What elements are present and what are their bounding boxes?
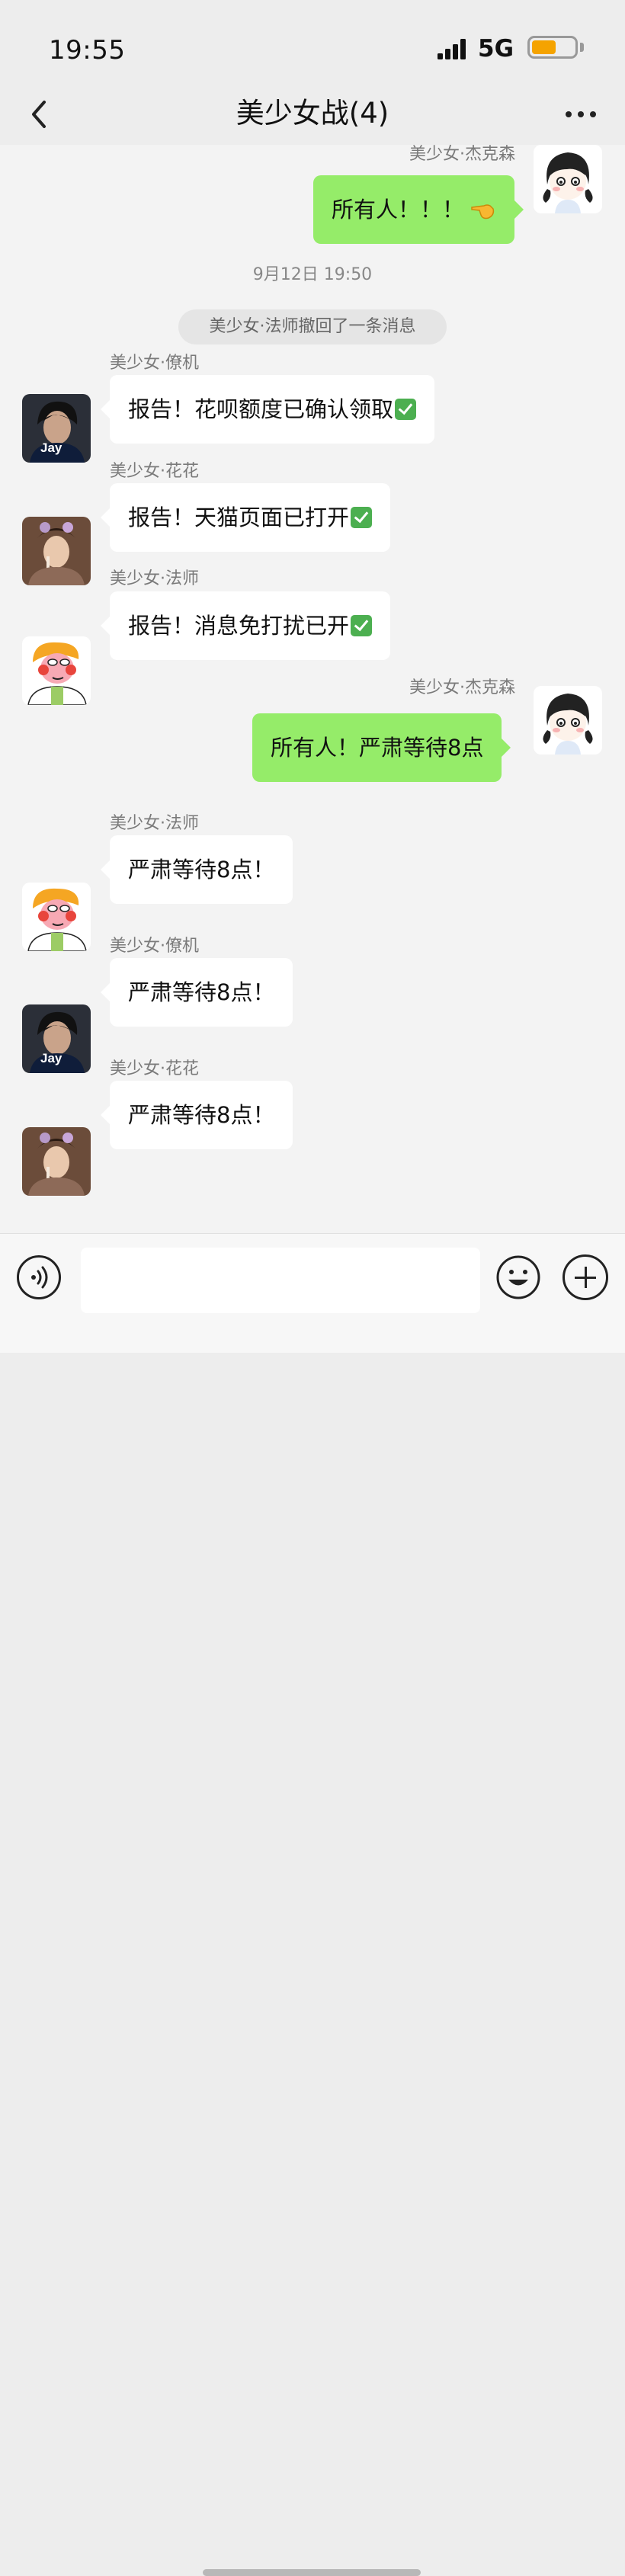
message-text: 报告！花呗额度已确认领取	[128, 396, 394, 422]
plus-icon[interactable]	[562, 1254, 608, 1300]
sender-name: 美少女·花花	[110, 462, 199, 481]
sender-name: 美少女·杰克森	[409, 678, 515, 697]
battery-icon	[527, 36, 578, 59]
signal-icon	[438, 38, 470, 59]
message-list[interactable]: 美少女·杰克森 所有人！！！ 9月12日 19:50 美少女·法师撤回了一条消息…	[0, 145, 625, 1233]
message-text: 严肃等待8点！	[128, 979, 275, 1005]
voice-icon[interactable]	[17, 1255, 61, 1299]
message-text: 严肃等待8点！	[128, 857, 275, 883]
more-dots-icon[interactable]	[564, 110, 598, 119]
message-bubble[interactable]: 报告！消息免打扰已开	[100, 591, 391, 660]
pointing-hand-emoji-icon	[471, 204, 495, 219]
check-mark-emoji-icon	[351, 507, 373, 528]
message-input[interactable]	[81, 1248, 480, 1313]
message-bubble[interactable]: 严肃等待8点！	[100, 958, 293, 1027]
sender-name: 美少女·杰克森	[409, 145, 515, 164]
chat-title: 美少女战(4)	[236, 97, 389, 130]
battery-cap	[580, 43, 584, 52]
sender-name: 美少女·僚机	[110, 354, 199, 373]
check-mark-emoji-icon	[351, 615, 373, 636]
avatar-fashi[interactable]	[22, 883, 91, 951]
message-bubble[interactable]: 所有人！！！	[313, 175, 524, 244]
sender-name: 美少女·僚机	[110, 937, 199, 956]
status-bar: 19:55 5G	[0, 0, 625, 84]
check-mark-emoji-icon	[395, 399, 417, 420]
emoji-icon[interactable]	[495, 1254, 541, 1300]
network-label: 5G	[478, 35, 514, 62]
avatar-fashi[interactable]	[22, 636, 91, 705]
avatar-liaoji[interactable]: Jay	[22, 1004, 91, 1073]
message-bubble[interactable]: 所有人！严肃等待8点	[252, 713, 511, 782]
message-text: 报告！天猫页面已打开	[128, 505, 350, 530]
message-text: 严肃等待8点！	[128, 1102, 275, 1128]
sender-name: 美少女·法师	[110, 814, 199, 833]
avatar-liaoji[interactable]: Jay	[22, 394, 91, 463]
sender-name: 美少女·花花	[110, 1059, 199, 1078]
chat-header: 美少女战(4)	[0, 84, 625, 146]
avatar-jackson[interactable]	[534, 145, 602, 213]
message-bubble[interactable]: 报告！天猫页面已打开	[100, 483, 391, 552]
avatar-jackson[interactable]	[534, 686, 602, 755]
message-bubble[interactable]: 严肃等待8点！	[100, 1081, 293, 1149]
home-indicator	[203, 2569, 421, 2576]
message-text: 所有人！严肃等待8点	[271, 735, 484, 761]
sender-name: 美少女·法师	[110, 569, 199, 588]
svg-text:Jay: Jay	[40, 441, 62, 455]
message-bubble[interactable]: 严肃等待8点！	[100, 835, 293, 904]
timestamp: 9月12日 19:50	[252, 265, 373, 284]
status-time: 19:55	[49, 35, 126, 66]
message-bubble[interactable]: 报告！花呗额度已确认领取	[100, 375, 435, 444]
avatar-huahua[interactable]	[22, 1127, 91, 1196]
message-text: 所有人！！！	[332, 197, 465, 223]
recall-notice: 美少女·法师撤回了一条消息	[178, 309, 447, 344]
input-bar	[0, 1233, 625, 2576]
svg-text:Jay: Jay	[40, 1051, 62, 1065]
avatar-huahua[interactable]	[22, 517, 91, 585]
message-text: 报告！消息免打扰已开	[128, 613, 350, 639]
